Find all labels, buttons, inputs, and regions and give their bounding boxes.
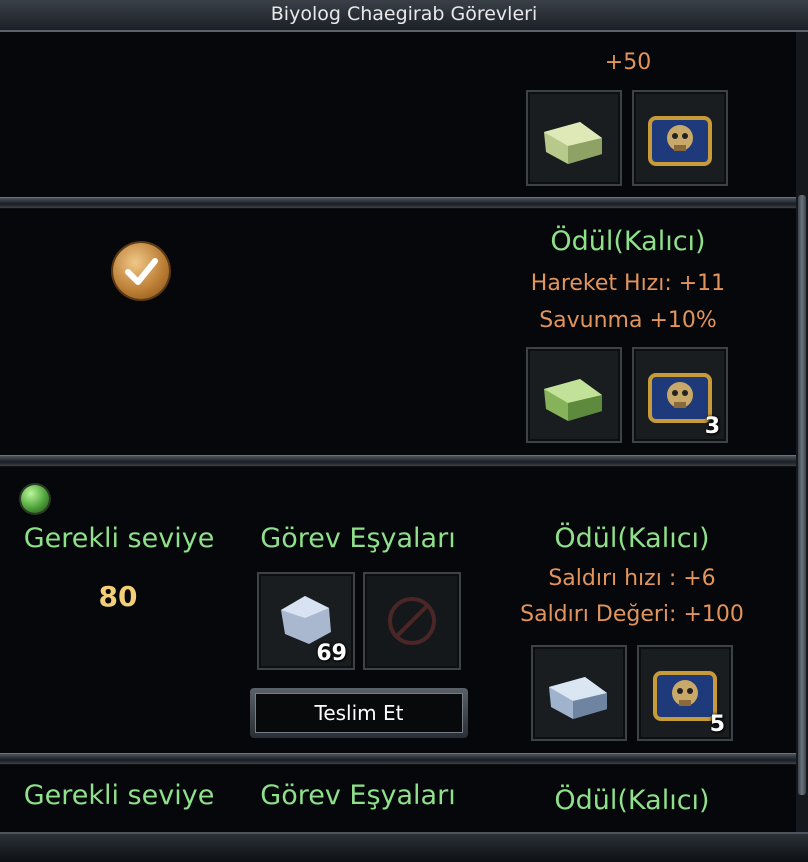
reward-slot-chest[interactable]: 3	[632, 347, 728, 443]
status-orb-icon	[21, 485, 49, 513]
silver-crystal-icon	[549, 677, 607, 719]
reward-line: Saldırı Değeri: +100	[520, 602, 744, 627]
required-level-label: Gerekli seviye	[23, 523, 215, 554]
checkmark-icon	[113, 243, 169, 299]
reward-title: Ödül(Kalıcı)	[550, 226, 706, 257]
quest-items-label: Görev Eşyaları	[260, 780, 456, 811]
bottom-frame	[0, 832, 808, 862]
separator	[0, 753, 796, 765]
scrollbar-thumb[interactable]	[798, 195, 806, 795]
submit-button-label: Teslim Et	[255, 693, 463, 733]
quest-item-slot[interactable]: 69	[257, 572, 355, 670]
crystal-icon	[544, 122, 602, 164]
reward-slot-chest[interactable]: 5	[637, 645, 733, 741]
reward-slot-crystal[interactable]	[526, 90, 622, 186]
required-level-label: Gerekli seviye	[23, 780, 215, 811]
reward-title: Ödül(Kalıcı)	[554, 785, 710, 816]
item-count: 5	[709, 712, 725, 737]
separator	[0, 197, 796, 209]
quest-items-label: Görev Eşyaları	[260, 523, 456, 554]
reward-line: Saldırı hızı : +6	[548, 566, 716, 591]
reward-line: Savunma +10%	[539, 308, 717, 333]
item-count: 3	[704, 414, 720, 439]
reward-slot-crystal[interactable]	[526, 347, 622, 443]
window-title: Biyolog Chaegirab Görevleri	[0, 0, 808, 32]
submit-button[interactable]: Teslim Et	[250, 688, 468, 738]
item-count: 69	[316, 641, 347, 666]
empty-item-slot[interactable]	[363, 572, 461, 670]
separator	[0, 455, 796, 467]
reward-slot-chest[interactable]	[632, 90, 728, 186]
required-level-value: 80	[98, 580, 138, 613]
reward-slot-crystal[interactable]	[531, 645, 627, 741]
reward-line: Hareket Hızı: +11	[530, 271, 726, 296]
skull-chest-icon	[648, 116, 712, 166]
reward-title: Ödül(Kalıcı)	[554, 523, 710, 554]
green-crystal-icon	[544, 379, 602, 421]
disabled-slot-icon	[388, 597, 436, 645]
quest1-points: +50	[604, 50, 652, 75]
